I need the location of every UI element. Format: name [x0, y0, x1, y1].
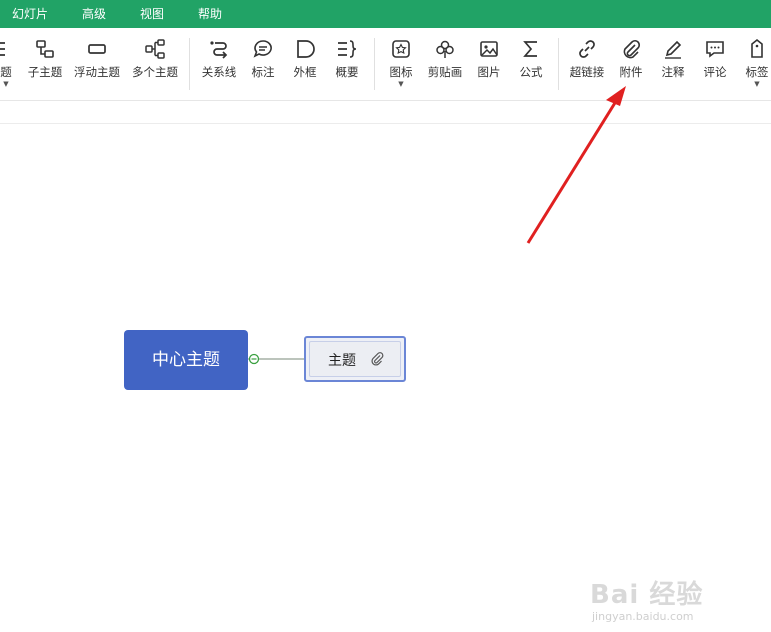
multiple-topics-icon [145, 39, 165, 59]
menu-advanced[interactable]: 高级 [82, 0, 106, 28]
toolbar-divider [558, 38, 559, 90]
attachment-icon [623, 39, 641, 59]
relationship-label: 关系线 [201, 65, 237, 79]
chevron-down-icon: ▼ [398, 80, 404, 88]
note-button[interactable]: 注释 [656, 32, 690, 96]
menu-slides[interactable]: 幻灯片 [12, 0, 48, 28]
formula-icon [523, 41, 537, 57]
comment-label: 评论 [703, 65, 727, 79]
tag-label: 标签 [745, 65, 769, 79]
note-icon [665, 40, 682, 59]
sub-topic[interactable]: 主题 [304, 336, 406, 382]
relationship-icon [210, 41, 228, 59]
attachment-icon[interactable] [370, 352, 384, 366]
topic-button[interactable]: 题 ▼ [0, 32, 20, 96]
icon-marker-label: 图标 [389, 65, 413, 79]
image-label: 图片 [477, 65, 501, 79]
hyperlink-label: 超链接 [569, 65, 605, 79]
subtopic-icon [36, 40, 54, 58]
watermark-url: jingyan.baidu.com [592, 610, 694, 623]
floating-topic-button[interactable]: 浮动主题 [70, 32, 124, 96]
callout-icon [253, 40, 272, 58]
formula-label: 公式 [519, 65, 543, 79]
formula-button[interactable]: 公式 [514, 32, 548, 96]
clipart-icon [436, 40, 454, 58]
subtopic-button[interactable]: 子主题 [24, 32, 66, 96]
menu-view[interactable]: 视图 [140, 0, 164, 28]
menu-bar: 幻灯片 高级 视图 帮助 [0, 0, 771, 28]
note-label: 注释 [661, 65, 685, 79]
clipart-button[interactable]: 剪贴画 [424, 32, 466, 96]
callout-label: 标注 [251, 65, 275, 79]
summary-button[interactable]: 概要 [330, 32, 364, 96]
menu-help[interactable]: 帮助 [198, 0, 222, 28]
topic-connector [248, 353, 304, 365]
toolbar-divider [374, 38, 375, 90]
center-topic[interactable]: 中心主题 [124, 330, 248, 390]
mindmap-canvas[interactable]: 中心主题 主题 Bai 经验 jingyan.baidu.com [0, 124, 771, 623]
image-button[interactable]: 图片 [472, 32, 506, 96]
summary-icon [338, 40, 357, 58]
topic-label: 题 [0, 65, 12, 79]
watermark: Bai 经验 jingyan.baidu.com [588, 562, 748, 632]
subtopic-label: 子主题 [27, 65, 63, 79]
floating-topic-label: 浮动主题 [74, 65, 120, 79]
multiple-topics-button[interactable]: 多个主题 [128, 32, 182, 96]
format-bar [0, 101, 771, 124]
comment-button[interactable]: 评论 [698, 32, 732, 96]
clipart-label: 剪贴画 [427, 65, 463, 79]
boundary-button[interactable]: 外框 [288, 32, 322, 96]
multiple-topics-label: 多个主题 [132, 65, 178, 79]
floating-topic-icon [88, 44, 106, 54]
hyperlink-button[interactable]: 超链接 [566, 32, 608, 96]
toolbar: 题 ▼ 子主题 浮动主题 多个主题 关系线 标注 外框 概要 图标 ▼ 剪贴画 [0, 28, 771, 101]
tag-icon [751, 38, 763, 58]
attachment-label: 附件 [619, 65, 643, 79]
tag-button[interactable]: 标签 ▼ [740, 32, 771, 96]
relationship-button[interactable]: 关系线 [198, 32, 240, 96]
topic-icon [0, 42, 5, 56]
callout-button[interactable]: 标注 [246, 32, 280, 96]
icon-marker-icon [392, 40, 410, 58]
comment-icon [706, 41, 724, 58]
hyperlink-icon [579, 40, 595, 58]
chevron-down-icon: ▼ [754, 80, 760, 88]
summary-label: 概要 [335, 65, 359, 79]
icon-marker-button[interactable]: 图标 ▼ [384, 32, 418, 96]
chevron-down-icon: ▼ [3, 80, 9, 88]
boundary-label: 外框 [293, 65, 317, 79]
watermark-logo: Bai 经验 [590, 580, 704, 610]
image-icon [480, 41, 498, 57]
toolbar-divider [189, 38, 190, 90]
attachment-button[interactable]: 附件 [614, 32, 648, 96]
sub-topic-label: 主题 [328, 353, 356, 369]
boundary-icon [297, 40, 315, 58]
